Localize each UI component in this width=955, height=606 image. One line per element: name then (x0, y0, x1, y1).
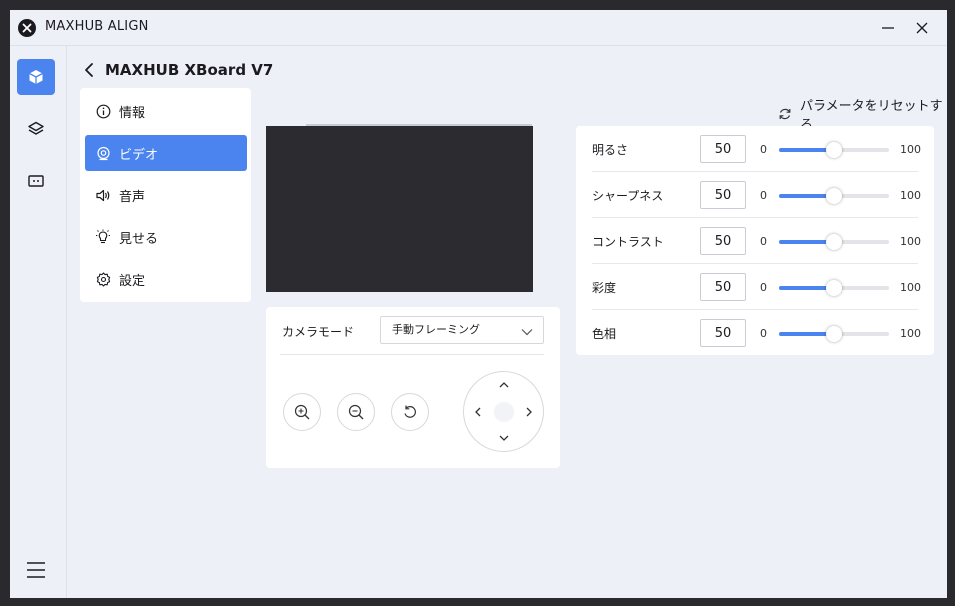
param-max: 100 (900, 327, 921, 340)
param-min: 0 (760, 235, 767, 248)
saturation-input[interactable] (700, 273, 746, 301)
camera-icon (95, 145, 111, 161)
slider-thumb[interactable] (826, 234, 842, 250)
display-board-icon (28, 175, 44, 187)
layers-icon (28, 121, 44, 135)
camera-controls: カメラモード 手動フレーミング (266, 307, 560, 468)
menu-item-label: 音声 (119, 189, 146, 205)
slider-thumb[interactable] (826, 142, 842, 158)
gear-icon (95, 271, 111, 287)
contrast-input[interactable] (700, 227, 746, 255)
slider-thumb[interactable] (826, 326, 842, 342)
param-row-brightness: 明るさ 0 100 (592, 126, 921, 172)
settings-menu: 情報 ビデオ 音声 見せる 設定 (80, 88, 251, 302)
nav-devices-button[interactable] (17, 59, 55, 95)
speaker-icon (95, 187, 111, 203)
pan-center-button[interactable] (494, 402, 514, 422)
param-row-hue: 色相 0 100 (592, 310, 921, 356)
app-title: MAXHUB ALIGN (45, 19, 149, 34)
hue-slider[interactable] (779, 326, 889, 342)
hamburger-menu-icon (27, 562, 45, 578)
zoom-out-button[interactable] (337, 393, 375, 431)
chevron-down-icon (520, 323, 534, 349)
camera-mode-select[interactable]: 手動フレーミング (380, 316, 544, 344)
pan-right-button[interactable] (520, 403, 538, 421)
slider-thumb[interactable] (826, 280, 842, 296)
camera-mode-label: カメラモード (282, 325, 355, 339)
contrast-slider[interactable] (779, 234, 889, 250)
menu-item-audio[interactable]: 音声 (85, 177, 247, 213)
zoom-out-icon (348, 404, 364, 420)
pan-left-button[interactable] (469, 403, 487, 421)
chevron-left-icon (475, 407, 481, 417)
param-min: 0 (760, 189, 767, 202)
menu-item-info[interactable]: 情報 (85, 93, 247, 129)
slider-thumb[interactable] (826, 188, 842, 204)
app-window: MAXHUB ALIGN MAXHUB XBoard V7 情報 ビデオ 音声 … (10, 10, 947, 598)
chevron-down-icon (499, 435, 509, 441)
title-bar: MAXHUB ALIGN (10, 10, 947, 46)
rotate-reset-icon (404, 405, 416, 418)
chevron-up-icon (499, 382, 509, 388)
video-preview (266, 126, 533, 292)
param-row-saturation: 彩度 0 100 (592, 264, 921, 310)
pan-down-button[interactable] (495, 429, 513, 447)
reset-view-button[interactable] (391, 393, 429, 431)
menu-item-label: 見せる (119, 231, 159, 247)
nav-board-button[interactable] (17, 163, 55, 199)
sharpness-input[interactable] (700, 181, 746, 209)
nav-layers-button[interactable] (17, 111, 55, 147)
param-row-sharpness: シャープネス 0 100 (592, 172, 921, 218)
menu-item-label: 設定 (119, 273, 146, 289)
divider (280, 354, 544, 355)
image-parameters: 明るさ 0 100 シャープネス 0 100 コントラスト 0 100 彩度 0 (576, 126, 934, 355)
chevron-right-icon (526, 407, 532, 417)
param-label: 明るさ (592, 143, 629, 157)
sharpness-slider[interactable] (779, 188, 889, 204)
hue-input[interactable] (700, 319, 746, 347)
menu-item-video[interactable]: ビデオ (85, 135, 247, 171)
menu-item-label: ビデオ (119, 147, 159, 163)
menu-item-settings[interactable]: 設定 (85, 261, 247, 297)
info-icon (95, 103, 111, 119)
brightness-slider[interactable] (779, 142, 889, 158)
param-max: 100 (900, 235, 921, 248)
param-max: 100 (900, 281, 921, 294)
menu-item-show[interactable]: 見せる (85, 219, 247, 255)
pan-up-button[interactable] (495, 376, 513, 394)
zoom-in-icon (294, 404, 310, 420)
saturation-slider[interactable] (779, 280, 889, 296)
camera-mode-value: 手動フレーミング (392, 323, 480, 336)
param-label: シャープネス (592, 189, 664, 203)
main-menu-button[interactable] (17, 552, 55, 588)
sidebar (10, 46, 67, 598)
param-min: 0 (760, 281, 767, 294)
param-min: 0 (760, 143, 767, 156)
param-min: 0 (760, 327, 767, 340)
breadcrumb: MAXHUB XBoard V7 (83, 58, 273, 82)
param-label: 彩度 (592, 281, 617, 295)
lightbulb-icon (95, 229, 111, 245)
minimize-button[interactable] (878, 18, 898, 38)
param-row-contrast: コントラスト 0 100 (592, 218, 921, 264)
page-title: MAXHUB XBoard V7 (105, 61, 274, 79)
back-chevron-icon[interactable] (83, 62, 95, 78)
param-label: コントラスト (592, 235, 664, 249)
refresh-icon (778, 107, 792, 121)
close-button[interactable] (912, 18, 932, 38)
zoom-in-button[interactable] (283, 393, 321, 431)
pan-tilt-control (463, 371, 544, 452)
param-max: 100 (900, 143, 921, 156)
param-max: 100 (900, 189, 921, 202)
menu-item-label: 情報 (119, 105, 146, 121)
brightness-input[interactable] (700, 135, 746, 163)
app-logo-icon (18, 19, 36, 37)
cube-icon (29, 70, 43, 84)
param-label: 色相 (592, 327, 617, 341)
